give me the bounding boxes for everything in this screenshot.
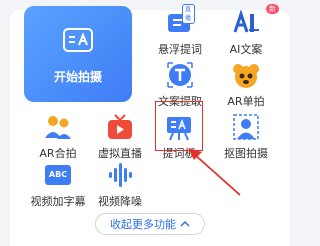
chevron-up-icon: [180, 218, 190, 231]
video-denoise-button[interactable]: 视频降噪: [90, 160, 150, 218]
panda-face-icon: [231, 60, 261, 90]
ar-single-label: AR单拍: [227, 95, 265, 108]
ar-single-button[interactable]: AR单拍: [216, 60, 276, 118]
person-cutout-icon: [231, 112, 261, 142]
text-extract-icon: [165, 60, 195, 90]
ai-text-icon: [231, 8, 261, 38]
sound-wave-icon: [105, 160, 135, 190]
red-arrow-icon: [188, 148, 241, 196]
teleprompter-icon: [63, 28, 93, 58]
video-subtitle-button[interactable]: ABC 视频加字幕: [28, 160, 88, 218]
tv-play-icon: [105, 112, 135, 142]
collapse-more-label: 收起更多功能: [110, 218, 176, 231]
subtitle-icon: ABC: [43, 160, 73, 190]
floating-window-icon: 直播: [165, 4, 195, 38]
abc-text: ABC: [48, 170, 68, 179]
new-badge: 新: [266, 4, 279, 14]
live-tag: 直播: [182, 4, 195, 24]
video-denoise-label: 视频降噪: [98, 195, 142, 208]
start-shooting-label: 开始拍摄: [53, 70, 102, 84]
ai-copywriting-label: AI文案: [229, 43, 263, 56]
start-shooting-button[interactable]: 开始拍摄: [24, 6, 132, 102]
two-people-icon: [43, 112, 73, 142]
ai-copywriting-button[interactable]: 新 AI文案: [216, 4, 279, 66]
floating-prompter-button[interactable]: 直播 悬浮提词: [150, 4, 210, 66]
collapse-more-button[interactable]: 收起更多功能: [95, 213, 205, 235]
